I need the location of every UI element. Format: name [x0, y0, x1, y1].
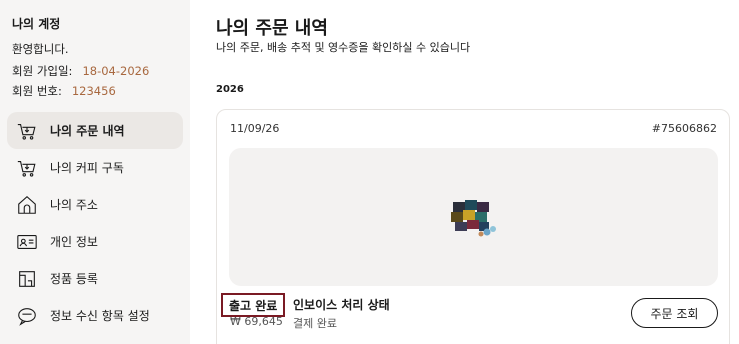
sidebar-item-personal-info[interactable]: 개인 정보 — [7, 223, 183, 260]
year-heading: 2026 — [216, 84, 244, 95]
sidebar-item-label: 나의 커피 구독 — [50, 161, 124, 175]
shipping-status-badge: 출고 완료 — [221, 293, 286, 317]
chat-icon — [15, 304, 39, 328]
welcome-text: 환영합니다. — [12, 42, 69, 56]
sidebar-item-coffee-subscription[interactable]: 나의 커피 구독 — [7, 149, 183, 186]
sidebar-item-orders[interactable]: 나의 주문 내역 — [7, 112, 183, 149]
id-card-icon — [15, 230, 39, 254]
order-price: ₩ 69,645 — [230, 315, 283, 328]
machine-icon — [15, 267, 39, 291]
cart-icon — [15, 156, 39, 180]
order-date: 11/09/26 — [230, 122, 280, 135]
order-card: 11/09/26 #75606862 출고 완료 인보이스 처리 상태 ₩ 69… — [216, 109, 730, 344]
page-title: 나의 주문 내역 — [216, 18, 328, 39]
sidebar-title: 나의 계정 — [12, 17, 61, 31]
join-date-label: 회원 가입일: — [12, 64, 73, 78]
member-number-value: 123456 — [71, 84, 116, 98]
sidebar-item-label: 정보 수신 항목 설정 — [50, 309, 150, 323]
sidebar-item-label: 정품 등록 — [50, 272, 98, 286]
join-date-value: 18-04-2026 — [82, 64, 150, 78]
invoice-status: 인보이스 처리 상태 — [293, 298, 390, 312]
sidebar-item-address[interactable]: 나의 주소 — [7, 186, 183, 223]
page-subtitle: 나의 주문, 배송 추적 및 영수증을 확인하실 수 있습니다 — [216, 41, 471, 54]
member-number-label: 회원 번호: — [12, 84, 62, 98]
home-icon — [15, 193, 39, 217]
cart-icon — [15, 119, 39, 143]
sidebar-nav: 나의 주문 내역 나의 커피 구독 나의 주소 개인 정보 정품 등록 정보 수… — [7, 112, 183, 334]
view-order-button[interactable]: 주문 조회 — [631, 298, 718, 328]
sidebar: 나의 계정 환영합니다. 회원 가입일: 18-04-2026 회원 번호: 123… — [0, 0, 190, 344]
shipping-status: 출고 완료 — [229, 298, 278, 313]
sidebar-item-label: 개인 정보 — [50, 235, 98, 249]
coffee-capsules-product-icon — [451, 200, 496, 237]
order-number: #75606862 — [651, 122, 717, 135]
sidebar-item-label: 나의 주소 — [50, 198, 98, 212]
sidebar-item-notification-settings[interactable]: 정보 수신 항목 설정 — [7, 297, 183, 334]
order-product-image — [229, 148, 718, 286]
join-date: 회원 가입일: 18-04-2026 — [12, 63, 149, 79]
member-number: 회원 번호: 123456 — [12, 83, 116, 99]
payment-status: 결제 완료 — [293, 317, 337, 330]
sidebar-item-label: 나의 주문 내역 — [50, 124, 125, 138]
main-content: 나의 주문 내역 나의 주문, 배송 추적 및 영수증을 확인하실 수 있습니다… — [216, 0, 739, 344]
sidebar-item-product-registration[interactable]: 정품 등록 — [7, 260, 183, 297]
